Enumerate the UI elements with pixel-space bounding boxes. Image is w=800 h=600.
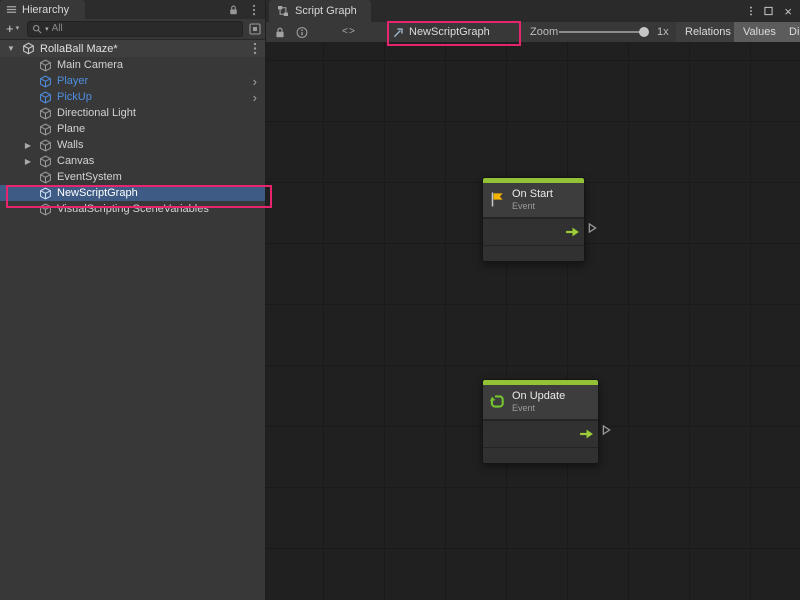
add-object-label: + [6,22,14,35]
zoom-slider-knob[interactable] [639,27,649,37]
port-connection-triangle-icon[interactable] [588,222,597,234]
hierarchy-item-pickup[interactable]: ▶ PickUp › [0,89,265,105]
node-on-update[interactable]: On Update Event [482,379,599,464]
gameobject-icon [39,107,52,120]
node-subtitle: Event [512,201,553,211]
scene-kebab-menu-icon[interactable] [253,42,257,55]
item-label: EventSystem [57,171,122,183]
relations-button[interactable]: Relations [676,22,740,42]
node-footer [483,447,598,463]
hierarchy-item-player[interactable]: ▶ Player › [0,73,265,89]
gameobject-icon [39,139,52,152]
node-footer [483,245,584,261]
zoom-value: 1x [657,22,669,42]
graph-canvas[interactable]: On Start Event On Update Event [266,42,800,600]
panel-list-icon [6,4,17,15]
graph-name-label: NewScriptGraph [409,26,490,38]
unity-editor-window: Hierarchy + ▾ ▾ ▼ RollaBall Maze* [0,0,800,600]
gameobject-icon [39,123,52,136]
hierarchy-item-canvas[interactable]: ▶ Canvas [0,153,265,169]
hierarchy-item-visualscripting-scenevariables[interactable]: ▶ VisualScripting SceneVariables [0,201,265,217]
item-label: Player [57,75,88,87]
tab-script-graph-label: Script Graph [295,5,357,17]
hierarchy-item-eventsystem[interactable]: ▶ EventSystem [0,169,265,185]
kebab-menu-icon[interactable] [749,6,753,16]
script-graph-asset-icon [393,27,404,38]
add-object-button[interactable]: + ▾ [4,22,21,35]
dim-button[interactable]: Di [780,22,800,42]
node-subtitle: Event [512,403,565,413]
scene-name: RollaBall Maze* [40,43,118,55]
open-prefab-icon[interactable]: › [253,91,265,104]
kebab-menu-icon[interactable] [252,4,256,16]
hierarchy-item-main-camera[interactable]: ▶ Main Camera [0,57,265,73]
maximize-icon[interactable] [764,6,773,16]
search-input[interactable] [52,23,238,34]
graph-breadcrumb[interactable]: NewScriptGraph [393,22,490,42]
item-label: Main Camera [57,59,123,71]
hierarchy-tree: ▶ Main Camera ▶ Player › ▶ PickUp › ▶ Di… [0,57,265,217]
chevron-down-icon: ▾ [16,25,20,32]
update-loop-icon [489,393,506,410]
foldout-closed-icon[interactable]: ▶ [22,157,34,166]
foldout-open-icon[interactable]: ▼ [7,44,17,53]
hierarchy-search[interactable]: ▾ [27,21,243,37]
gameobject-icon [39,59,52,72]
zoom-label: Zoom [530,22,558,42]
graph-tabstrip: Script Graph × [266,0,800,22]
script-graph-panel: Script Graph × <> NewScriptGraph [266,0,800,600]
tab-script-graph[interactable]: Script Graph [269,0,371,22]
node-title: On Start [512,188,553,201]
gameobject-icon [39,155,52,168]
open-prefab-icon[interactable]: › [253,75,265,88]
scene-row[interactable]: ▼ RollaBall Maze* [0,40,265,57]
unity-scene-icon [22,42,35,55]
foldout-closed-icon[interactable]: ▶ [22,141,34,150]
item-label: Plane [57,123,85,135]
start-flag-icon [489,191,506,208]
info-icon[interactable] [296,26,308,39]
graph-tab-icon [277,5,289,17]
control-output-port-icon[interactable] [565,226,580,237]
item-label: NewScriptGraph [57,187,138,199]
scene-picker-icon[interactable] [249,23,261,35]
code-view-icon[interactable]: <> [342,22,356,42]
item-label: VisualScripting SceneVariables [57,203,209,215]
hierarchy-panel: Hierarchy + ▾ ▾ ▼ RollaBall Maze* [0,0,266,600]
gameobject-icon [39,171,52,184]
item-label: Canvas [57,155,94,167]
tab-hierarchy-label: Hierarchy [22,4,69,16]
zoom-slider[interactable] [559,31,647,33]
gameobject-icon [39,187,52,200]
node-on-start[interactable]: On Start Event [482,177,585,262]
hierarchy-item-directional-light[interactable]: ▶ Directional Light [0,105,265,121]
lock-icon[interactable] [228,4,239,16]
prefab-icon [39,91,52,104]
search-filter-chevron-icon[interactable]: ▾ [45,25,49,33]
tab-hierarchy[interactable]: Hierarchy [0,0,85,19]
hierarchy-tabstrip: Hierarchy [0,0,265,19]
hierarchy-item-plane[interactable]: ▶ Plane [0,121,265,137]
hierarchy-item-walls[interactable]: ▶ Walls [0,137,265,153]
hierarchy-tab-actions [228,0,265,19]
item-label: PickUp [57,91,92,103]
hierarchy-toolbar: + ▾ ▾ [0,19,265,40]
values-button[interactable]: Values [734,22,785,42]
search-icon [32,24,42,34]
lock-icon[interactable] [274,26,286,39]
graph-toolbar: <> NewScriptGraph Zoom 1x Relations Valu… [266,22,800,43]
item-label: Directional Light [57,107,136,119]
port-connection-triangle-icon[interactable] [602,424,611,436]
node-title: On Update [512,390,565,403]
gameobject-icon [39,203,52,216]
item-label: Walls [57,139,83,151]
control-output-port-icon[interactable] [579,428,594,439]
close-icon[interactable]: × [784,5,792,18]
prefab-icon [39,75,52,88]
window-controls: × [749,0,800,22]
hierarchy-item-newscriptgraph[interactable]: ▶ NewScriptGraph [0,185,265,201]
